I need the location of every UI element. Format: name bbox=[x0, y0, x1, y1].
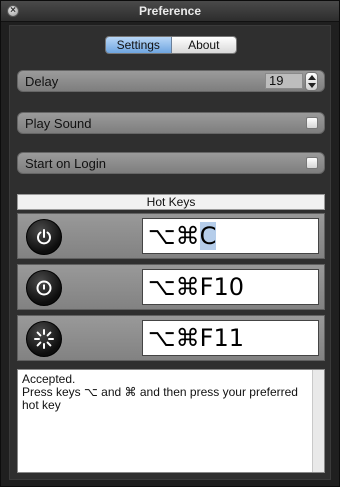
start-on-login-label: Start on Login bbox=[25, 156, 106, 171]
hotkey-field-2[interactable]: ⌥⌘F10 bbox=[142, 269, 319, 305]
tab-about[interactable]: About bbox=[171, 37, 236, 53]
hotkey-row-toggle: ⌥⌘C bbox=[17, 213, 325, 259]
message-log[interactable]: Accepted. Press keys ⌥ and ⌘ and then pr… bbox=[17, 369, 325, 473]
hotkey-prefix: ⌥⌘ bbox=[148, 273, 200, 301]
hotkey-key: F11 bbox=[199, 324, 244, 352]
title-bar[interactable]: × Preference bbox=[1, 1, 339, 22]
play-sound-row: Play Sound bbox=[17, 112, 325, 134]
start-on-login-row: Start on Login bbox=[17, 152, 325, 174]
chevron-down-icon[interactable] bbox=[308, 83, 316, 88]
hotkey-prefix: ⌥⌘ bbox=[148, 222, 200, 250]
tab-settings[interactable]: Settings bbox=[106, 37, 172, 53]
hotkey-field-1[interactable]: ⌥⌘C bbox=[142, 218, 319, 254]
play-sound-label: Play Sound bbox=[25, 116, 92, 131]
hotkeys-header: Hot Keys bbox=[17, 194, 325, 210]
hotkey-key-selected: C bbox=[199, 222, 217, 250]
play-sound-checkbox[interactable] bbox=[306, 117, 318, 129]
spinner-icon[interactable] bbox=[26, 321, 62, 357]
hotkey-field-3[interactable]: ⌥⌘F11 bbox=[142, 320, 319, 356]
hotkey-prefix: ⌥⌘ bbox=[148, 324, 200, 352]
power-icon[interactable] bbox=[26, 219, 62, 255]
delay-input[interactable]: 19 bbox=[265, 73, 303, 89]
delay-stepper[interactable] bbox=[305, 72, 318, 91]
stop-circle-icon[interactable] bbox=[26, 270, 62, 306]
message-line: Press keys ⌥ and ⌘ and then press your p… bbox=[22, 385, 298, 412]
hotkey-key: F10 bbox=[199, 273, 244, 301]
start-on-login-checkbox[interactable] bbox=[306, 157, 318, 169]
tab-bar: Settings About bbox=[105, 36, 237, 54]
chevron-up-icon[interactable] bbox=[308, 75, 316, 80]
window-title: Preference bbox=[138, 4, 202, 18]
preference-window: × Preference Settings About Delay 19 Pla… bbox=[0, 0, 340, 487]
delay-label: Delay bbox=[25, 74, 59, 89]
delay-row: Delay 19 bbox=[17, 70, 325, 92]
hotkey-row-spinner: ⌥⌘F11 bbox=[17, 315, 325, 361]
hotkey-row-stop: ⌥⌘F10 bbox=[17, 264, 325, 310]
scrollbar[interactable] bbox=[312, 370, 324, 472]
